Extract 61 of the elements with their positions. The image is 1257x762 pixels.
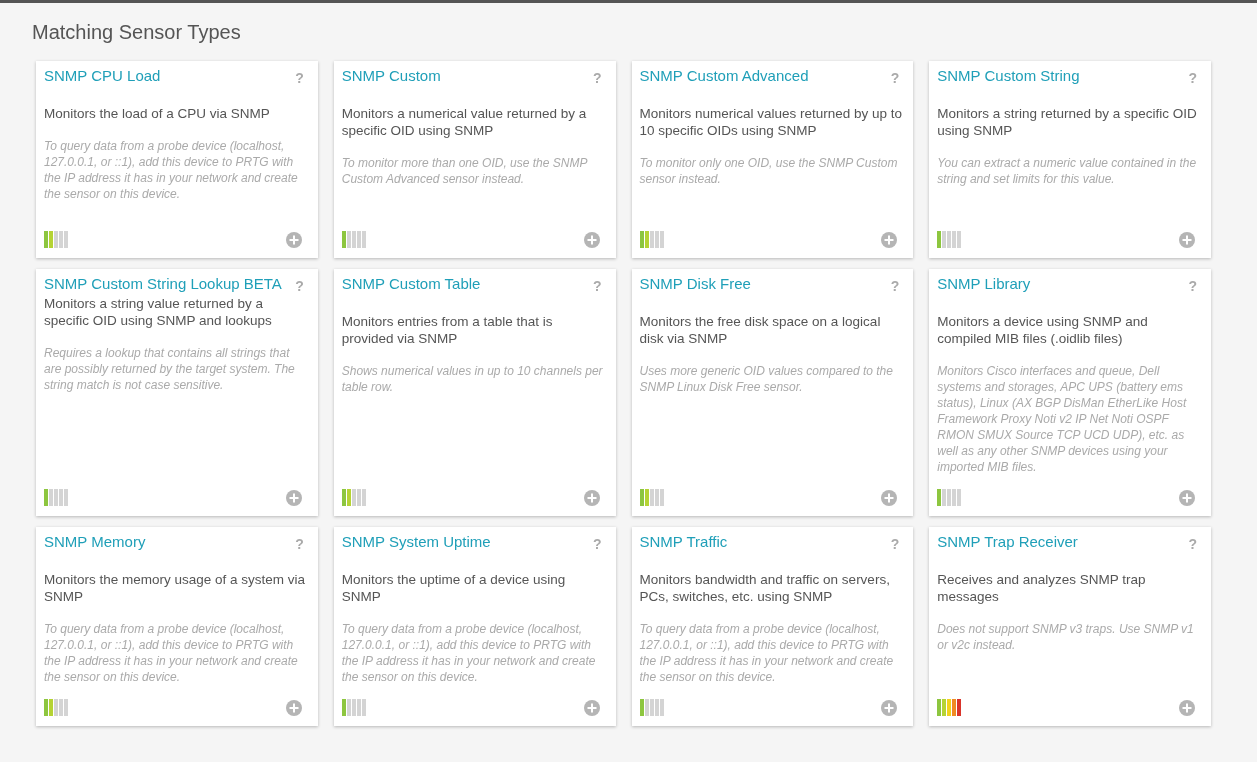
sensor-tip: To query data from a probe device (localhost, 127.0.0.1, or ::1), add this device to PRTG with the IP address it has in your network and create the sensor on this device. [44,621,299,685]
section-heading: Matching Sensor Types [32,20,242,45]
add-icon[interactable] [583,232,600,248]
add-icon[interactable] [1179,700,1195,716]
add-icon[interactable] [1179,490,1195,506]
sensor-tip: To monitor only one OID, use the SNMP Custom sensor instead. [639,155,899,187]
sensor-tip: Requires a lookup that contains all strings that are possibly returned by the target system. The string match is not case sensitive. [44,345,296,393]
add-icon[interactable] [881,232,898,248]
help-icon[interactable]: ? [1188,71,1197,85]
help-icon[interactable]: ? [295,71,304,85]
sensor-title-link[interactable]: SNMP Custom String Lookup BETA [44,275,290,293]
help-icon[interactable]: ? [295,537,304,551]
add-icon[interactable] [285,490,302,506]
sensor-title-link[interactable]: SNMP Disk Free [639,275,759,293]
help-icon[interactable]: ? [890,279,900,293]
sensor-description: Monitors a device using SNMP and compiled MIB files (.oidlib files) [937,313,1149,347]
sensor-tip: To query data from a probe device (localhost, 127.0.0.1, or ::1), add this device to PRTG with the IP address it has in your network and create the sensor on this device. [341,621,597,685]
sensor-title-link[interactable]: SNMP CPU Load [44,67,169,85]
sensor-tip: Monitors Cisco interfaces and queue, Dell systems and storages, APC UPS (battery ems status), Linux (AX BGP DisMan EtherLike Host Framework Proxy Noti v2 IP Net Noti OSPF RMON SMUX Source TCP UCD UDP), etc. as well as any other SNMP devices using your imported MIB files. [937,363,1188,475]
help-icon[interactable]: ? [592,71,602,85]
sensor-description: Monitors a string returned by a specific OID using SNMP [937,105,1198,139]
sensor-description: Receives and analyzes SNMP trap messages [937,571,1147,605]
help-icon[interactable]: ? [592,537,602,551]
sensor-description: Monitors a numerical value returned by a specific OID using SNMP [341,105,588,139]
sensor-tip: You can extract a numeric value contained in the string and set limits for this value. [937,155,1198,187]
sensor-title-link[interactable]: SNMP Custom String [937,67,1088,85]
help-icon[interactable]: ? [1188,537,1197,551]
help-icon[interactable]: ? [890,71,900,85]
help-icon[interactable]: ? [1188,279,1197,293]
sensor-tip: To query data from a probe device (localhost, 127.0.0.1, or ::1), add this device to PRTG with the IP address it has in your network and create the sensor on this device. [44,138,299,202]
help-icon[interactable]: ? [890,537,900,551]
sensor-title-link[interactable]: SNMP Custom [341,67,449,85]
add-icon[interactable] [285,700,302,716]
sensor-description: Monitors the load of a CPU via SNMP [44,105,271,122]
sensor-tip: To query data from a probe device (localhost, 127.0.0.1, or ::1), add this device to PRTG with the IP address it has in your network and create the sensor on this device. [639,621,895,685]
sensor-description: Monitors bandwidth and traffic on servers, PCs, switches, etc. using SNMP [639,571,891,605]
sensor-title-link[interactable]: SNMP Traffic [639,533,736,551]
sensor-description: Monitors entries from a table that is provided via SNMP [341,313,554,347]
sensor-description: Monitors a string value returned by a specific OID using SNMP and lookups [44,295,273,329]
sensor-title-link[interactable]: SNMP System Uptime [341,533,499,551]
add-icon[interactable] [583,490,600,506]
add-icon[interactable] [583,700,600,716]
sensor-tip: Uses more generic OID values compared to the SNMP Linux Disk Free sensor. [639,363,894,395]
add-icon[interactable] [881,700,898,716]
sensor-title-link[interactable]: SNMP Memory [44,533,154,551]
sensor-tip: To monitor more than one OID, use the SNMP Custom Advanced sensor instead. [341,155,589,187]
add-icon[interactable] [881,490,898,506]
sensor-title-link[interactable]: SNMP Custom Table [341,275,489,293]
help-icon[interactable]: ? [592,279,602,293]
add-icon[interactable] [1179,232,1195,248]
sensor-tip: Does not support SNMP v3 traps. Use SNMP v1 or v2c instead. [937,621,1195,653]
sensor-title-link[interactable]: SNMP Library [937,275,1039,293]
add-icon[interactable] [285,232,302,248]
sensor-title-link[interactable]: SNMP Trap Receiver [937,533,1086,551]
sensor-description: Monitors the free disk space on a logical disk via SNMP [639,313,882,347]
sensor-title-link[interactable]: SNMP Custom Advanced [639,67,817,85]
sensor-description: Monitors numerical values returned by up to 10 specific OIDs using SNMP [639,105,904,139]
sensor-tip: Shows numerical values in up to 10 channels per table row. [341,363,604,395]
sensor-description: Monitors the uptime of a device using SNMP [341,571,567,605]
help-icon[interactable]: ? [295,279,304,293]
sensor-description: Monitors the memory usage of a system via SNMP [44,571,307,605]
